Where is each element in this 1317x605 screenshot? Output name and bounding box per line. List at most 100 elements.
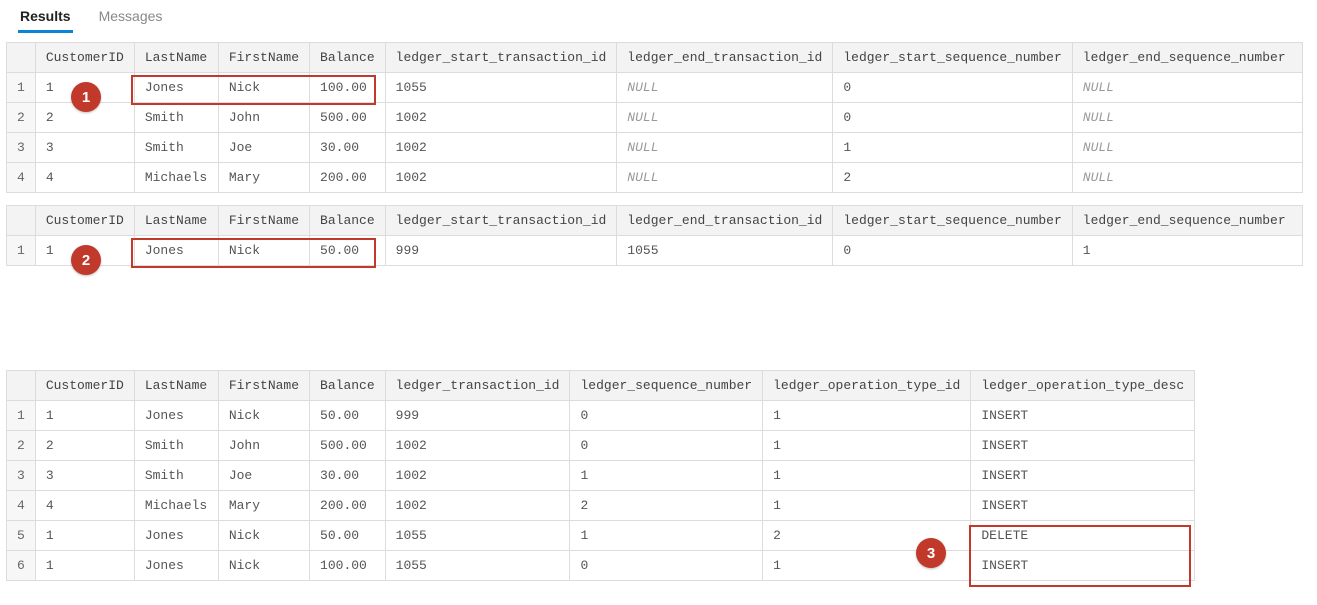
col-header-balance[interactable]: Balance xyxy=(310,43,386,73)
table-row[interactable]: 22SmithJohn500.001002NULL0NULL xyxy=(7,103,1303,133)
cell-lastname[interactable]: Smith xyxy=(134,431,218,461)
cell-firstname[interactable]: Nick xyxy=(218,551,309,581)
rownum-cell[interactable]: 2 xyxy=(7,103,36,133)
table-row[interactable]: 33SmithJoe30.00100211INSERT xyxy=(7,461,1195,491)
cell-firstname[interactable]: Joe xyxy=(218,133,309,163)
cell-firstname[interactable]: Nick xyxy=(218,236,309,266)
col-header-balance[interactable]: Balance xyxy=(310,206,386,236)
cell-ledger-op-desc[interactable]: INSERT xyxy=(971,431,1195,461)
col-header-ledger-end-tx[interactable]: ledger_end_transaction_id xyxy=(617,206,833,236)
table-row[interactable]: 44MichaelsMary200.00100221INSERT xyxy=(7,491,1195,521)
cell-lastname[interactable]: Michaels xyxy=(134,163,218,193)
cell-firstname[interactable]: John xyxy=(218,103,309,133)
col-header-ledger-start-tx[interactable]: ledger_start_transaction_id xyxy=(385,206,617,236)
cell-balance[interactable]: 500.00 xyxy=(310,103,386,133)
cell-ledger-seq[interactable]: 0 xyxy=(570,401,763,431)
col-header-firstname[interactable]: FirstName xyxy=(218,206,309,236)
cell-ledger-end-seq[interactable]: NULL xyxy=(1072,163,1302,193)
cell-ledger-op-desc[interactable]: DELETE xyxy=(971,521,1195,551)
cell-ledger-start-tx[interactable]: 1055 xyxy=(385,73,617,103)
rownum-cell[interactable]: 5 xyxy=(7,521,36,551)
table-row[interactable]: 33SmithJoe30.001002NULL1NULL xyxy=(7,133,1303,163)
result-grid-1[interactable]: CustomerID LastName FirstName Balance le… xyxy=(6,42,1303,193)
cell-ledger-op-desc[interactable]: INSERT xyxy=(971,401,1195,431)
col-header-lastname[interactable]: LastName xyxy=(134,43,218,73)
cell-firstname[interactable]: Mary xyxy=(218,491,309,521)
cell-ledger-tx-id[interactable]: 1002 xyxy=(385,491,570,521)
rownum-cell[interactable]: 2 xyxy=(7,431,36,461)
table-row[interactable]: 11JonesNick50.0099901INSERT xyxy=(7,401,1195,431)
col-header-ledger-end-seq[interactable]: ledger_end_sequence_number xyxy=(1072,43,1302,73)
cell-ledger-seq[interactable]: 1 xyxy=(570,521,763,551)
cell-balance[interactable]: 30.00 xyxy=(310,461,386,491)
cell-ledger-op-id[interactable]: 1 xyxy=(763,461,971,491)
cell-ledger-end-tx[interactable]: NULL xyxy=(617,133,833,163)
cell-balance[interactable]: 100.00 xyxy=(310,551,386,581)
cell-ledger-start-tx[interactable]: 1002 xyxy=(385,133,617,163)
col-header-ledger-start-seq[interactable]: ledger_start_sequence_number xyxy=(833,43,1072,73)
cell-ledger-seq[interactable]: 2 xyxy=(570,491,763,521)
col-header-lastname[interactable]: LastName xyxy=(134,206,218,236)
cell-ledger-end-seq[interactable]: NULL xyxy=(1072,133,1302,163)
cell-balance[interactable]: 200.00 xyxy=(310,491,386,521)
result-grid-2[interactable]: CustomerID LastName FirstName Balance le… xyxy=(6,205,1303,266)
cell-customerid[interactable]: 3 xyxy=(35,133,134,163)
rownum-cell[interactable]: 3 xyxy=(7,133,36,163)
cell-customerid[interactable]: 1 xyxy=(35,521,134,551)
cell-ledger-tx-id[interactable]: 1002 xyxy=(385,461,570,491)
cell-customerid[interactable]: 1 xyxy=(35,551,134,581)
cell-balance[interactable]: 500.00 xyxy=(310,431,386,461)
cell-ledger-start-seq[interactable]: 0 xyxy=(833,103,1072,133)
cell-ledger-tx-id[interactable]: 1055 xyxy=(385,521,570,551)
table-row[interactable]: 22SmithJohn500.00100201INSERT xyxy=(7,431,1195,461)
rownum-cell[interactable]: 6 xyxy=(7,551,36,581)
cell-balance[interactable]: 100.00 xyxy=(310,73,386,103)
cell-firstname[interactable]: Joe xyxy=(218,461,309,491)
cell-lastname[interactable]: Smith xyxy=(134,461,218,491)
cell-ledger-op-id[interactable]: 1 xyxy=(763,401,971,431)
cell-ledger-op-desc[interactable]: INSERT xyxy=(971,551,1195,581)
col-header-ledger-tx-id[interactable]: ledger_transaction_id xyxy=(385,371,570,401)
col-header-firstname[interactable]: FirstName xyxy=(218,371,309,401)
cell-firstname[interactable]: Mary xyxy=(218,163,309,193)
col-header-ledger-end-tx[interactable]: ledger_end_transaction_id xyxy=(617,43,833,73)
col-header-ledger-op-desc[interactable]: ledger_operation_type_desc xyxy=(971,371,1195,401)
rownum-cell[interactable]: 1 xyxy=(7,401,36,431)
cell-lastname[interactable]: Michaels xyxy=(134,491,218,521)
cell-ledger-end-seq[interactable]: 1 xyxy=(1072,236,1302,266)
cell-ledger-tx-id[interactable]: 1055 xyxy=(385,551,570,581)
cell-ledger-tx-id[interactable]: 999 xyxy=(385,401,570,431)
cell-ledger-end-tx[interactable]: NULL xyxy=(617,163,833,193)
table-row[interactable]: 61JonesNick100.00105501INSERT xyxy=(7,551,1195,581)
table-row[interactable]: 44MichaelsMary200.001002NULL2NULL xyxy=(7,163,1303,193)
cell-ledger-end-tx[interactable]: NULL xyxy=(617,73,833,103)
cell-ledger-start-seq[interactable]: 0 xyxy=(833,73,1072,103)
rownum-cell[interactable]: 1 xyxy=(7,236,36,266)
col-header-firstname[interactable]: FirstName xyxy=(218,43,309,73)
col-header-ledger-end-seq[interactable]: ledger_end_sequence_number xyxy=(1072,206,1302,236)
cell-customerid[interactable]: 3 xyxy=(35,461,134,491)
rownum-cell[interactable]: 3 xyxy=(7,461,36,491)
cell-ledger-start-tx[interactable]: 1002 xyxy=(385,163,617,193)
cell-ledger-op-desc[interactable]: INSERT xyxy=(971,491,1195,521)
tab-messages[interactable]: Messages xyxy=(97,4,165,33)
col-header-ledger-start-tx[interactable]: ledger_start_transaction_id xyxy=(385,43,617,73)
col-header-ledger-op-id[interactable]: ledger_operation_type_id xyxy=(763,371,971,401)
cell-ledger-start-seq[interactable]: 1 xyxy=(833,133,1072,163)
cell-ledger-start-seq[interactable]: 2 xyxy=(833,163,1072,193)
cell-ledger-op-id[interactable]: 1 xyxy=(763,431,971,461)
cell-ledger-op-id[interactable]: 1 xyxy=(763,491,971,521)
cell-lastname[interactable]: Jones xyxy=(134,236,218,266)
rownum-cell[interactable]: 4 xyxy=(7,491,36,521)
cell-lastname[interactable]: Jones xyxy=(134,401,218,431)
tab-results[interactable]: Results xyxy=(18,4,73,33)
cell-customerid[interactable]: 4 xyxy=(35,163,134,193)
cell-ledger-end-tx[interactable]: NULL xyxy=(617,103,833,133)
col-header-ledger-seq[interactable]: ledger_sequence_number xyxy=(570,371,763,401)
cell-lastname[interactable]: Smith xyxy=(134,103,218,133)
cell-ledger-seq[interactable]: 0 xyxy=(570,551,763,581)
cell-lastname[interactable]: Jones xyxy=(134,551,218,581)
cell-balance[interactable]: 200.00 xyxy=(310,163,386,193)
cell-ledger-seq[interactable]: 0 xyxy=(570,431,763,461)
rownum-cell[interactable]: 1 xyxy=(7,73,36,103)
